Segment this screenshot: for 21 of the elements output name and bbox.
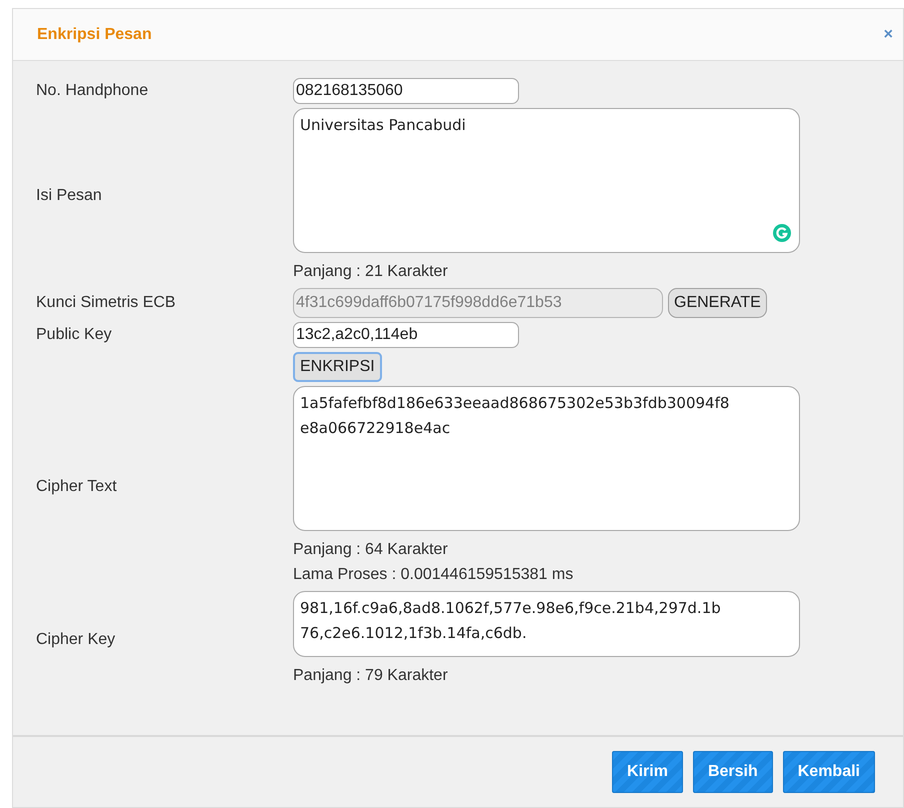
field-label: Isi Pesan (36, 187, 102, 204)
field-label: Kunci Simetris ECB (36, 294, 176, 311)
text-area[interactable]: 981,16f.c9a6,8ad8.1062f,577e.98e6,f9ce.21b4,297d.1b76,c2e6.1012,1f3b.14fa,c6db. (293, 591, 800, 657)
info-text: Lama Proses : 0.001446159515381 ms (293, 565, 574, 585)
field-label: Public Key (36, 326, 112, 343)
field-label: Cipher Text (36, 478, 117, 494)
field-value: Universitas Pancabudi (300, 115, 467, 136)
dialog-title: Enkripsi Pesan (37, 24, 152, 44)
info-text: Panjang : 64 Karakter (293, 540, 449, 560)
grammar-check-icon[interactable] (773, 224, 791, 242)
text-area[interactable]: 1a5fafefbf8d186e633eeaad868675302e53b3fdb30094f8e8a066722918e4ac (293, 386, 800, 531)
field-label: Cipher Key (36, 630, 116, 648)
info-text: Panjang : 21 Karakter (293, 262, 449, 282)
field-value: 981,16f.c9a6,8ad8.1062f,577e.98e6,f9ce.21b4,297d.1b76,c2e6.1012,1f3b.14fa,c6db. (300, 598, 722, 644)
encrypt-button[interactable]: ENKRIPSI (293, 352, 382, 382)
text-area[interactable]: Universitas Pancabudi (293, 108, 800, 253)
field-value: 1a5fafefbf8d186e633eeaad868675302e53b3fdb30094f8e8a066722918e4ac (300, 393, 730, 439)
input-field[interactable]: 082168135060 (293, 78, 519, 104)
input-field[interactable]: 13c2,a2c0,114eb (293, 322, 519, 348)
info-text: Panjang : 79 Karakter (293, 666, 449, 686)
field-label: No. Handphone (36, 82, 148, 99)
